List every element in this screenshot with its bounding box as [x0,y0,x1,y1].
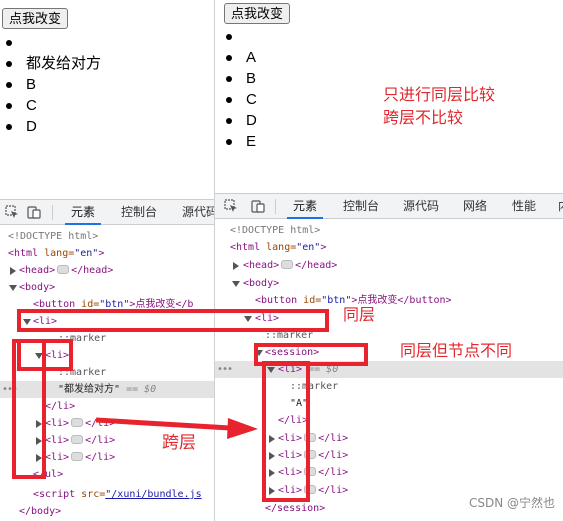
tab-more[interactable]: 内 [558,194,563,219]
rule-annotation-line-1: 只进行同层比较 [383,85,496,104]
collapse-triangle-icon[interactable] [232,281,240,287]
tab-sources[interactable]: 源代码 [403,194,439,219]
tree-row[interactable]: </ul> [0,466,214,483]
tab-sources[interactable]: 源代码 [182,200,214,225]
right-browser-panel: 点我改变 A B C D E 只进行同层比较 跨层不比较 元素 控制台 源代码 … [214,0,563,521]
change-button[interactable]: 点我改变 [224,3,291,24]
expand-triangle-icon[interactable] [269,487,275,495]
ellipsis-icon[interactable] [304,466,317,476]
tree-row[interactable]: ::marker [0,364,214,381]
tab-console[interactable]: 控制台 [121,200,157,225]
expand-triangle-icon[interactable] [36,437,42,445]
list-item: 都发给对方 [0,53,101,74]
tree-row[interactable]: <li> </li> [0,415,214,432]
collapse-triangle-icon[interactable] [267,367,275,373]
list-item: A [220,47,257,68]
tree-row[interactable]: <li> [0,313,214,330]
ellipsis-icon[interactable] [281,259,294,269]
list-item: C [220,89,257,110]
ellipsis-icon[interactable] [71,434,84,444]
list-item [220,26,257,47]
list-item: C [0,95,101,116]
expand-triangle-icon[interactable] [269,452,275,460]
same-level-annotation: 同层 [343,305,376,324]
tab-console[interactable]: 控制台 [343,194,379,219]
tree-row[interactable]: </li> [0,398,214,415]
tree-row[interactable]: <li> </li> [215,430,563,447]
list-item: D [0,116,101,137]
tree-row[interactable]: <button id="btn">点我改变</b [0,296,214,313]
tree-row-selected[interactable]: ••• <li> == $0 [215,361,563,378]
tree-row[interactable]: <button id="btn">点我改变</button> [215,292,563,309]
cross-level-annotation: 跨层 [162,433,196,453]
tree-row[interactable]: ::marker [215,378,563,395]
tree-row[interactable]: <body> [0,279,214,296]
expand-triangle-icon[interactable] [10,267,16,275]
ellipsis-icon[interactable] [71,417,84,427]
tree-row[interactable]: <li> </li> [215,464,563,481]
tree-row[interactable]: <html lang="en"> [0,245,214,262]
tree-row[interactable]: <li> [0,347,214,364]
collapse-triangle-icon[interactable] [35,353,43,359]
tab-network[interactable]: 网络 [463,194,487,219]
device-toolbar-icon[interactable] [27,205,41,219]
ellipsis-icon[interactable] [304,484,317,494]
tree-row[interactable]: <!DOCTYPE html> [0,228,214,245]
list-item: D [220,110,257,131]
tree-row[interactable]: <html lang="en"> [215,239,563,256]
collapse-triangle-icon[interactable] [244,316,252,322]
same-level-diff-node-annotation: 同层但节点不同 [400,341,513,360]
rule-annotation-line-2: 跨层不比较 [383,108,464,127]
collapse-triangle-icon[interactable] [23,319,31,325]
tree-row[interactable]: <script src="/xuni/bundle.js [0,486,214,503]
device-toolbar-icon[interactable] [251,199,265,213]
change-button[interactable]: 点我改变 [2,8,69,29]
watermark: CSDN @宁然也 [468,496,555,510]
ellipsis-icon[interactable] [304,432,317,442]
tree-row[interactable]: ::marker [0,330,214,347]
ellipsis-icon[interactable] [304,449,317,459]
tree-row[interactable]: <head> </head> [215,257,563,274]
ellipsis-icon[interactable] [57,264,70,274]
tree-row[interactable]: <li> [215,310,563,327]
expand-triangle-icon[interactable] [36,454,42,462]
devtools-toolbar: 元素 控制台 源代码 [0,199,214,225]
tree-row[interactable]: <head> </head> [0,262,214,279]
collapse-triangle-icon[interactable] [255,350,263,356]
list-item: E [220,131,257,152]
collapse-triangle-icon[interactable] [9,285,17,291]
tree-row[interactable]: <li> </li> [215,447,563,464]
inspect-element-icon[interactable] [224,199,238,213]
tab-elements[interactable]: 元素 [287,194,323,219]
tree-row[interactable]: "A" [215,395,563,412]
left-browser-panel: 点我改变 都发给对方 B C D 元素 控制台 源代码 <!DOCTYPE ht… [0,0,214,521]
ellipsis-icon[interactable] [71,451,84,461]
tree-row[interactable]: </li> [215,412,563,429]
list-item: B [0,74,101,95]
tab-performance[interactable]: 性能 [512,194,536,219]
expand-triangle-icon[interactable] [269,435,275,443]
tree-row[interactable]: <body> [215,275,563,292]
tree-row[interactable]: </body> [0,503,214,520]
tree-row[interactable]: <!DOCTYPE html> [215,222,563,239]
list-item: B [220,68,257,89]
tab-elements[interactable]: 元素 [65,200,101,225]
inspect-element-icon[interactable] [5,205,19,219]
rendered-list: 都发给对方 B C D [0,32,101,137]
tree-row-selected[interactable]: ••• "都发给对方" == $0 [0,381,214,398]
expand-triangle-icon[interactable] [269,469,275,477]
devtools-toolbar: 元素 控制台 源代码 网络 性能 内 [215,193,563,219]
list-item [0,32,101,53]
expand-triangle-icon[interactable] [36,420,42,428]
rendered-list: A B C D E [220,26,257,152]
expand-triangle-icon[interactable] [233,262,239,270]
